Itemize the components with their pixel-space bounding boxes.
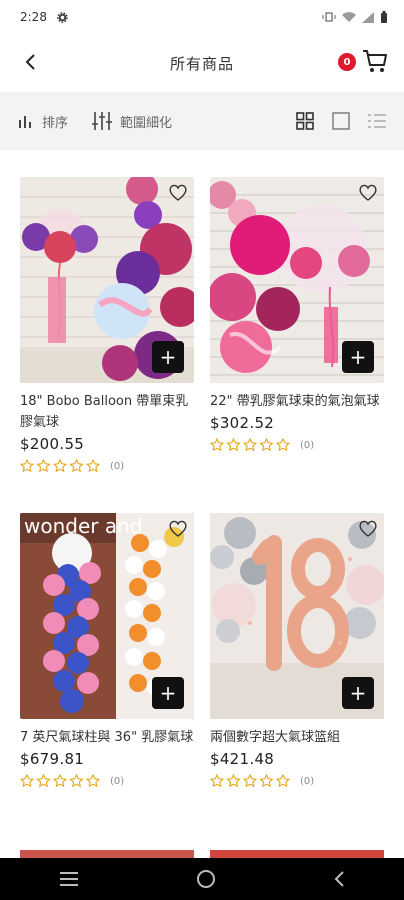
cart-icon [363,50,387,72]
signal-icon [362,11,374,23]
review-count: (0) [300,775,315,787]
sort-label: 排序 [42,115,69,131]
product-card[interactable]: + 18" Bobo Balloon 帶單束乳膠氣球 $200.55 (0) [20,177,194,473]
app-header: 所有商品 0 [0,34,404,92]
product-price: $679.81 [20,750,85,768]
product-image[interactable]: + [210,177,384,383]
filter-button[interactable]: 範圍細化 [92,112,172,131]
list-view-icon[interactable] [368,113,386,129]
product-rating: (0) [20,459,194,473]
wonderland-sign: wonder and [24,514,142,538]
star-rating-icons [210,774,291,788]
product-rating: (0) [20,774,194,788]
back-button[interactable] [18,50,42,74]
product-card[interactable]: + 22" 帶乳膠氣球束的氣泡氣球 $302.52 (0) [210,177,384,452]
review-count: (0) [300,439,315,451]
product-name[interactable]: 22" 帶乳膠氣球束的氣泡氣球 [210,391,384,412]
product-price: $302.52 [210,414,275,432]
product-price: $421.48 [210,750,275,768]
heart-icon[interactable] [168,519,188,539]
next-product-image-partial[interactable] [20,850,194,858]
filter-toolbar: 排序 範圍細化 [0,92,404,150]
review-count: (0) [110,460,125,472]
sliders-icon [92,112,113,130]
status-bar: 2:28 [0,0,404,34]
cart-button[interactable]: 0 [338,48,388,78]
status-time: 2:28 [20,10,47,24]
product-card[interactable]: + 兩個數字超大氣球篮組 $421.48 (0) [210,513,384,788]
add-to-cart-button[interactable]: + [342,341,374,373]
filter-label: 範圍細化 [120,115,173,131]
gear-icon [57,11,68,23]
system-nav-bar [0,858,404,900]
add-to-cart-button[interactable]: + [152,341,184,373]
product-rating: (0) [210,774,384,788]
product-image[interactable]: + [20,177,194,383]
view-switcher [296,112,386,130]
home-icon[interactable] [196,869,216,889]
product-price: $200.55 [20,435,85,453]
single-view-icon[interactable] [332,112,350,130]
battery-icon [381,11,387,23]
vibrate-icon [322,12,336,22]
next-product-image-partial[interactable] [210,850,384,858]
grid-view-icon[interactable] [296,112,314,130]
add-to-cart-button[interactable]: + [152,677,184,709]
product-name[interactable]: 7 英尺氣球柱與 36" 乳膠氣球 [20,727,194,748]
review-count: (0) [110,775,125,787]
product-name[interactable]: 18" Bobo Balloon 帶單束乳膠氣球 [20,391,194,433]
add-to-cart-button[interactable]: + [342,677,374,709]
back-nav-icon[interactable] [333,870,345,888]
star-rating-icons [20,774,101,788]
product-image[interactable]: + [210,513,384,719]
heart-icon[interactable] [358,519,378,539]
product-image[interactable]: wonder and + [20,513,194,719]
star-rating-icons [20,459,101,473]
page-title: 所有商品 [169,54,234,73]
cart-count-badge: 0 [338,53,356,71]
chevron-left-icon [25,54,35,70]
star-rating-icons [210,438,291,452]
product-card[interactable]: wonder and + 7 英尺氣球柱與 36" 乳膠氣球 $679.81 (… [20,513,194,788]
product-name[interactable]: 兩個數字超大氣球篮組 [210,727,384,748]
status-icons [322,11,388,23]
product-rating: (0) [210,438,384,452]
heart-icon[interactable] [168,183,188,203]
menu-icon[interactable] [59,871,79,887]
bar-chart-icon [19,116,31,128]
sort-button[interactable]: 排序 [18,112,68,131]
heart-icon[interactable] [358,183,378,203]
wifi-icon [342,11,356,22]
